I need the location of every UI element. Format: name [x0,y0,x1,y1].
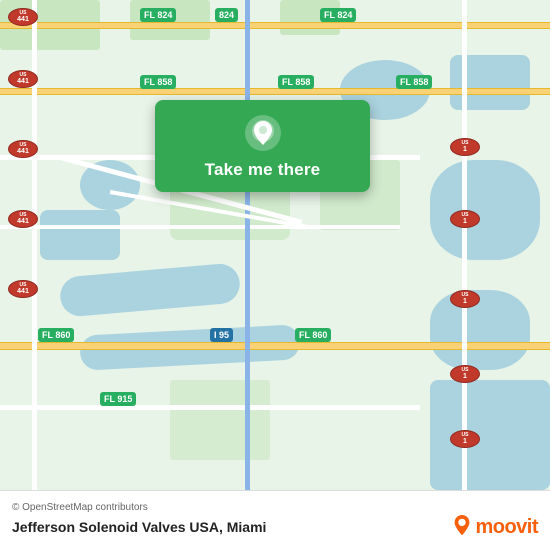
badge-us441-5: US 441 [8,280,38,298]
badge-fl824-2: 824 [215,8,238,22]
bottom-bar: © OpenStreetMap contributors Jefferson S… [0,490,550,550]
popup-card[interactable]: Take me there [155,100,370,192]
badge-fl858-1: FL 858 [140,75,176,89]
badge-i95: I 95 [210,328,233,342]
badge-fl860-1: FL 860 [38,328,74,342]
badge-us1-3: US 1 [450,290,480,308]
moovit-logo: moovit [452,515,538,539]
attribution-text: © OpenStreetMap contributors [12,502,538,513]
badge-us1-4: US 1 [450,365,480,383]
take-me-there-button[interactable]: Take me there [205,160,321,180]
map: US 441 US 441 US 441 US 441 US 441 FL 82… [0,0,550,490]
badge-fl858-3: FL 858 [396,75,432,89]
location-pin-icon [244,114,282,152]
badge-fl858-2: FL 858 [278,75,314,89]
badge-us441-1: US 441 [8,8,38,26]
badge-us441-4: US 441 [8,210,38,228]
badge-fl824-1: FL 824 [140,8,176,22]
place-name: Jefferson Solenoid Valves USA, Miami [12,519,266,535]
badge-fl915: FL 915 [100,392,136,406]
badge-fl860-2: FL 860 [295,328,331,342]
badge-us441-2: US 441 [8,70,38,88]
badge-us1-2: US 1 [450,210,480,228]
badge-fl824-3: FL 824 [320,8,356,22]
moovit-brand-text: moovit [475,516,538,539]
badge-us441-3: US 441 [8,140,38,158]
badge-us1-5: US 1 [450,430,480,448]
moovit-pin-icon [452,515,472,539]
badge-us1-1: US 1 [450,138,480,156]
